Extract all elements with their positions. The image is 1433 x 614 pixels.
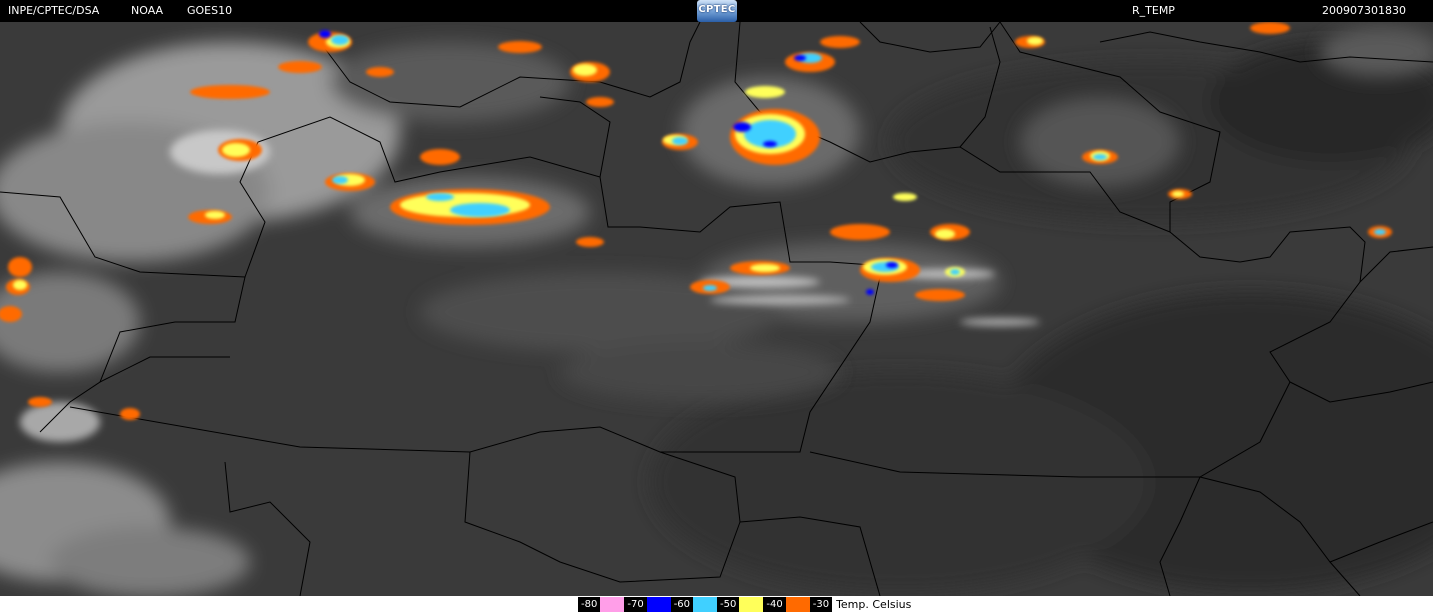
source-label: INPE/CPTEC/DSA (8, 4, 100, 17)
map-canvas (0, 22, 1433, 596)
legend-swatch (785, 597, 810, 612)
timestamp-label: 200907301830 (1322, 4, 1406, 17)
temperature-legend: -80 -70 -60 -50 -40 -30 Temp. Celsius (578, 597, 916, 612)
satellite-label: GOES10 (187, 4, 233, 17)
legend-bin-label: -70 (627, 599, 644, 610)
legend-swatch (693, 597, 718, 612)
legend-bin: -60 (671, 597, 718, 612)
legend-bin: -70 (624, 597, 671, 612)
product-label: R_TEMP (1132, 4, 1175, 17)
legend-swatch (600, 597, 625, 612)
legend-bin-label: -50 (720, 599, 737, 610)
header-bar: INPE/CPTEC/DSA NOAA GOES10 CPTEC R_TEMP … (0, 0, 1433, 22)
agency-label: NOAA (131, 4, 164, 17)
satellite-map (0, 22, 1433, 596)
legend-bin: -80 (578, 597, 625, 612)
logo-text: CPTEC (698, 4, 736, 15)
cptec-logo: CPTEC (697, 0, 737, 22)
legend-bin: -30 (810, 597, 832, 612)
legend-swatch (739, 597, 764, 612)
legend-bin-label: -60 (673, 599, 691, 610)
legend-bin-label: -80 (581, 599, 598, 610)
legend-bin-label: -30 (812, 599, 830, 610)
legend-bin: -40 (763, 597, 810, 612)
legend-bin-label: -40 (766, 599, 783, 610)
legend-bin: -50 (717, 597, 764, 612)
legend-unit-label: Temp. Celsius (832, 597, 916, 612)
legend-swatch (646, 597, 671, 612)
